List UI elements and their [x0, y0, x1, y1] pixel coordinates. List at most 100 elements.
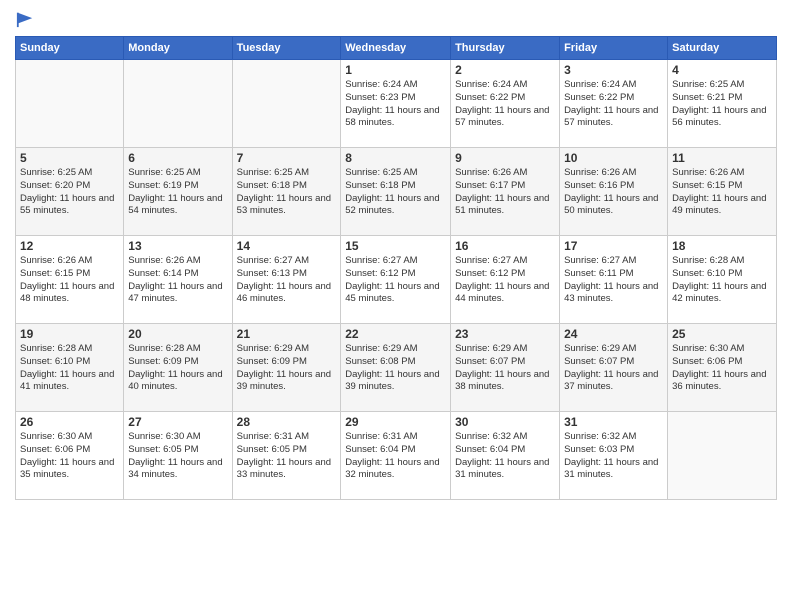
day-number: 22 — [345, 327, 446, 341]
calendar-cell: 12 Sunrise: 6:26 AM Sunset: 6:15 PM Dayli… — [16, 236, 124, 324]
calendar-cell: 5 Sunrise: 6:25 AM Sunset: 6:20 PM Daylig… — [16, 148, 124, 236]
day-number: 21 — [237, 327, 337, 341]
calendar-table: SundayMondayTuesdayWednesdayThursdayFrid… — [15, 36, 777, 500]
day-number: 12 — [20, 239, 119, 253]
day-info: Sunrise: 6:27 AM Sunset: 6:11 PM Dayligh… — [564, 255, 663, 306]
calendar-cell: 19 Sunrise: 6:28 AM Sunset: 6:10 PM Dayli… — [16, 324, 124, 412]
day-number: 8 — [345, 151, 446, 165]
day-info: Sunrise: 6:25 AM Sunset: 6:21 PM Dayligh… — [672, 79, 772, 130]
day-info: Sunrise: 6:26 AM Sunset: 6:15 PM Dayligh… — [672, 167, 772, 218]
page-header — [15, 10, 777, 28]
calendar-cell: 3 Sunrise: 6:24 AM Sunset: 6:22 PM Daylig… — [560, 60, 668, 148]
day-info: Sunrise: 6:31 AM Sunset: 6:04 PM Dayligh… — [345, 431, 446, 482]
calendar-cell — [668, 412, 777, 500]
day-number: 24 — [564, 327, 663, 341]
day-info: Sunrise: 6:26 AM Sunset: 6:16 PM Dayligh… — [564, 167, 663, 218]
day-number: 3 — [564, 63, 663, 77]
calendar-cell: 30Sunrise: 6:32 AM Sunset: 6:04 PM Dayli… — [451, 412, 560, 500]
calendar-cell: 8 Sunrise: 6:25 AM Sunset: 6:18 PM Daylig… — [341, 148, 451, 236]
day-info: Sunrise: 6:29 AM Sunset: 6:07 PM Dayligh… — [564, 343, 663, 394]
day-number: 14 — [237, 239, 337, 253]
day-info: Sunrise: 6:30 AM Sunset: 6:06 PM Dayligh… — [20, 431, 119, 482]
calendar-cell — [16, 60, 124, 148]
day-number: 1 — [345, 63, 446, 77]
day-number: 15 — [345, 239, 446, 253]
day-number: 17 — [564, 239, 663, 253]
calendar-cell: 14 Sunrise: 6:27 AM Sunset: 6:13 PM Dayli… — [232, 236, 341, 324]
day-number: 20 — [128, 327, 227, 341]
day-info: Sunrise: 6:26 AM Sunset: 6:14 PM Dayligh… — [128, 255, 227, 306]
day-number: 11 — [672, 151, 772, 165]
weekday-header-wednesday: Wednesday — [341, 37, 451, 60]
day-info: Sunrise: 6:26 AM Sunset: 6:17 PM Dayligh… — [455, 167, 555, 218]
day-number: 25 — [672, 327, 772, 341]
day-number: 29 — [345, 415, 446, 429]
day-info: Sunrise: 6:28 AM Sunset: 6:09 PM Dayligh… — [128, 343, 227, 394]
day-number: 18 — [672, 239, 772, 253]
day-info: Sunrise: 6:29 AM Sunset: 6:09 PM Dayligh… — [237, 343, 337, 394]
day-info: Sunrise: 6:27 AM Sunset: 6:12 PM Dayligh… — [345, 255, 446, 306]
day-number: 13 — [128, 239, 227, 253]
day-info: Sunrise: 6:29 AM Sunset: 6:08 PM Dayligh… — [345, 343, 446, 394]
calendar-cell: 2Sunrise: 6:24 AM Sunset: 6:22 PM Daylig… — [451, 60, 560, 148]
day-info: Sunrise: 6:24 AM Sunset: 6:22 PM Dayligh… — [564, 79, 663, 130]
calendar-cell: 27 Sunrise: 6:30 AM Sunset: 6:05 PM Dayli… — [124, 412, 232, 500]
day-info: Sunrise: 6:28 AM Sunset: 6:10 PM Dayligh… — [20, 343, 119, 394]
day-info: Sunrise: 6:25 AM Sunset: 6:18 PM Dayligh… — [345, 167, 446, 218]
calendar-week-2: 5 Sunrise: 6:25 AM Sunset: 6:20 PM Daylig… — [16, 148, 777, 236]
day-info: Sunrise: 6:26 AM Sunset: 6:15 PM Dayligh… — [20, 255, 119, 306]
calendar-cell: 28Sunrise: 6:31 AM Sunset: 6:05 PM Dayli… — [232, 412, 341, 500]
calendar-week-1: 1 Sunrise: 6:24 AM Sunset: 6:23 PM Daylig… — [16, 60, 777, 148]
day-info: Sunrise: 6:25 AM Sunset: 6:18 PM Dayligh… — [237, 167, 337, 218]
day-number: 4 — [672, 63, 772, 77]
day-number: 9 — [455, 151, 555, 165]
calendar-week-3: 12 Sunrise: 6:26 AM Sunset: 6:15 PM Dayli… — [16, 236, 777, 324]
day-info: Sunrise: 6:25 AM Sunset: 6:20 PM Dayligh… — [20, 167, 119, 218]
calendar-cell: 15 Sunrise: 6:27 AM Sunset: 6:12 PM Dayli… — [341, 236, 451, 324]
calendar-cell — [124, 60, 232, 148]
calendar-cell: 29 Sunrise: 6:31 AM Sunset: 6:04 PM Dayli… — [341, 412, 451, 500]
day-number: 27 — [128, 415, 227, 429]
day-info: Sunrise: 6:28 AM Sunset: 6:10 PM Dayligh… — [672, 255, 772, 306]
day-number: 7 — [237, 151, 337, 165]
day-number: 10 — [564, 151, 663, 165]
day-info: Sunrise: 6:30 AM Sunset: 6:05 PM Dayligh… — [128, 431, 227, 482]
calendar-cell: 23Sunrise: 6:29 AM Sunset: 6:07 PM Dayli… — [451, 324, 560, 412]
day-info: Sunrise: 6:25 AM Sunset: 6:19 PM Dayligh… — [128, 167, 227, 218]
calendar-cell: 1 Sunrise: 6:24 AM Sunset: 6:23 PM Daylig… — [341, 60, 451, 148]
day-number: 28 — [237, 415, 337, 429]
calendar-cell: 17 Sunrise: 6:27 AM Sunset: 6:11 PM Dayli… — [560, 236, 668, 324]
logo-flag-icon — [16, 10, 34, 28]
calendar-cell: 7 Sunrise: 6:25 AM Sunset: 6:18 PM Daylig… — [232, 148, 341, 236]
weekday-header-saturday: Saturday — [668, 37, 777, 60]
day-number: 6 — [128, 151, 227, 165]
calendar-cell: 11 Sunrise: 6:26 AM Sunset: 6:15 PM Dayli… — [668, 148, 777, 236]
calendar-week-4: 19 Sunrise: 6:28 AM Sunset: 6:10 PM Dayli… — [16, 324, 777, 412]
calendar-week-5: 26 Sunrise: 6:30 AM Sunset: 6:06 PM Dayli… — [16, 412, 777, 500]
day-number: 26 — [20, 415, 119, 429]
weekday-header-monday: Monday — [124, 37, 232, 60]
weekday-header-friday: Friday — [560, 37, 668, 60]
calendar-cell: 22 Sunrise: 6:29 AM Sunset: 6:08 PM Dayli… — [341, 324, 451, 412]
calendar-cell: 25Sunrise: 6:30 AM Sunset: 6:06 PM Dayli… — [668, 324, 777, 412]
calendar-cell: 31Sunrise: 6:32 AM Sunset: 6:03 PM Dayli… — [560, 412, 668, 500]
calendar-cell: 20 Sunrise: 6:28 AM Sunset: 6:09 PM Dayli… — [124, 324, 232, 412]
day-number: 31 — [564, 415, 663, 429]
calendar-cell: 18 Sunrise: 6:28 AM Sunset: 6:10 PM Dayli… — [668, 236, 777, 324]
calendar-cell: 26 Sunrise: 6:30 AM Sunset: 6:06 PM Dayli… — [16, 412, 124, 500]
day-number: 19 — [20, 327, 119, 341]
calendar-cell: 10 Sunrise: 6:26 AM Sunset: 6:16 PM Dayli… — [560, 148, 668, 236]
day-info: Sunrise: 6:27 AM Sunset: 6:13 PM Dayligh… — [237, 255, 337, 306]
day-info: Sunrise: 6:29 AM Sunset: 6:07 PM Dayligh… — [455, 343, 555, 394]
weekday-header-tuesday: Tuesday — [232, 37, 341, 60]
calendar-cell: 6 Sunrise: 6:25 AM Sunset: 6:19 PM Daylig… — [124, 148, 232, 236]
calendar-cell: 13 Sunrise: 6:26 AM Sunset: 6:14 PM Dayli… — [124, 236, 232, 324]
calendar-page: SundayMondayTuesdayWednesdayThursdayFrid… — [0, 0, 792, 612]
day-number: 5 — [20, 151, 119, 165]
calendar-cell — [232, 60, 341, 148]
logo — [15, 10, 34, 28]
weekday-header-row: SundayMondayTuesdayWednesdayThursdayFrid… — [16, 37, 777, 60]
day-info: Sunrise: 6:24 AM Sunset: 6:23 PM Dayligh… — [345, 79, 446, 130]
calendar-cell: 21 Sunrise: 6:29 AM Sunset: 6:09 PM Dayli… — [232, 324, 341, 412]
calendar-cell: 9 Sunrise: 6:26 AM Sunset: 6:17 PM Daylig… — [451, 148, 560, 236]
